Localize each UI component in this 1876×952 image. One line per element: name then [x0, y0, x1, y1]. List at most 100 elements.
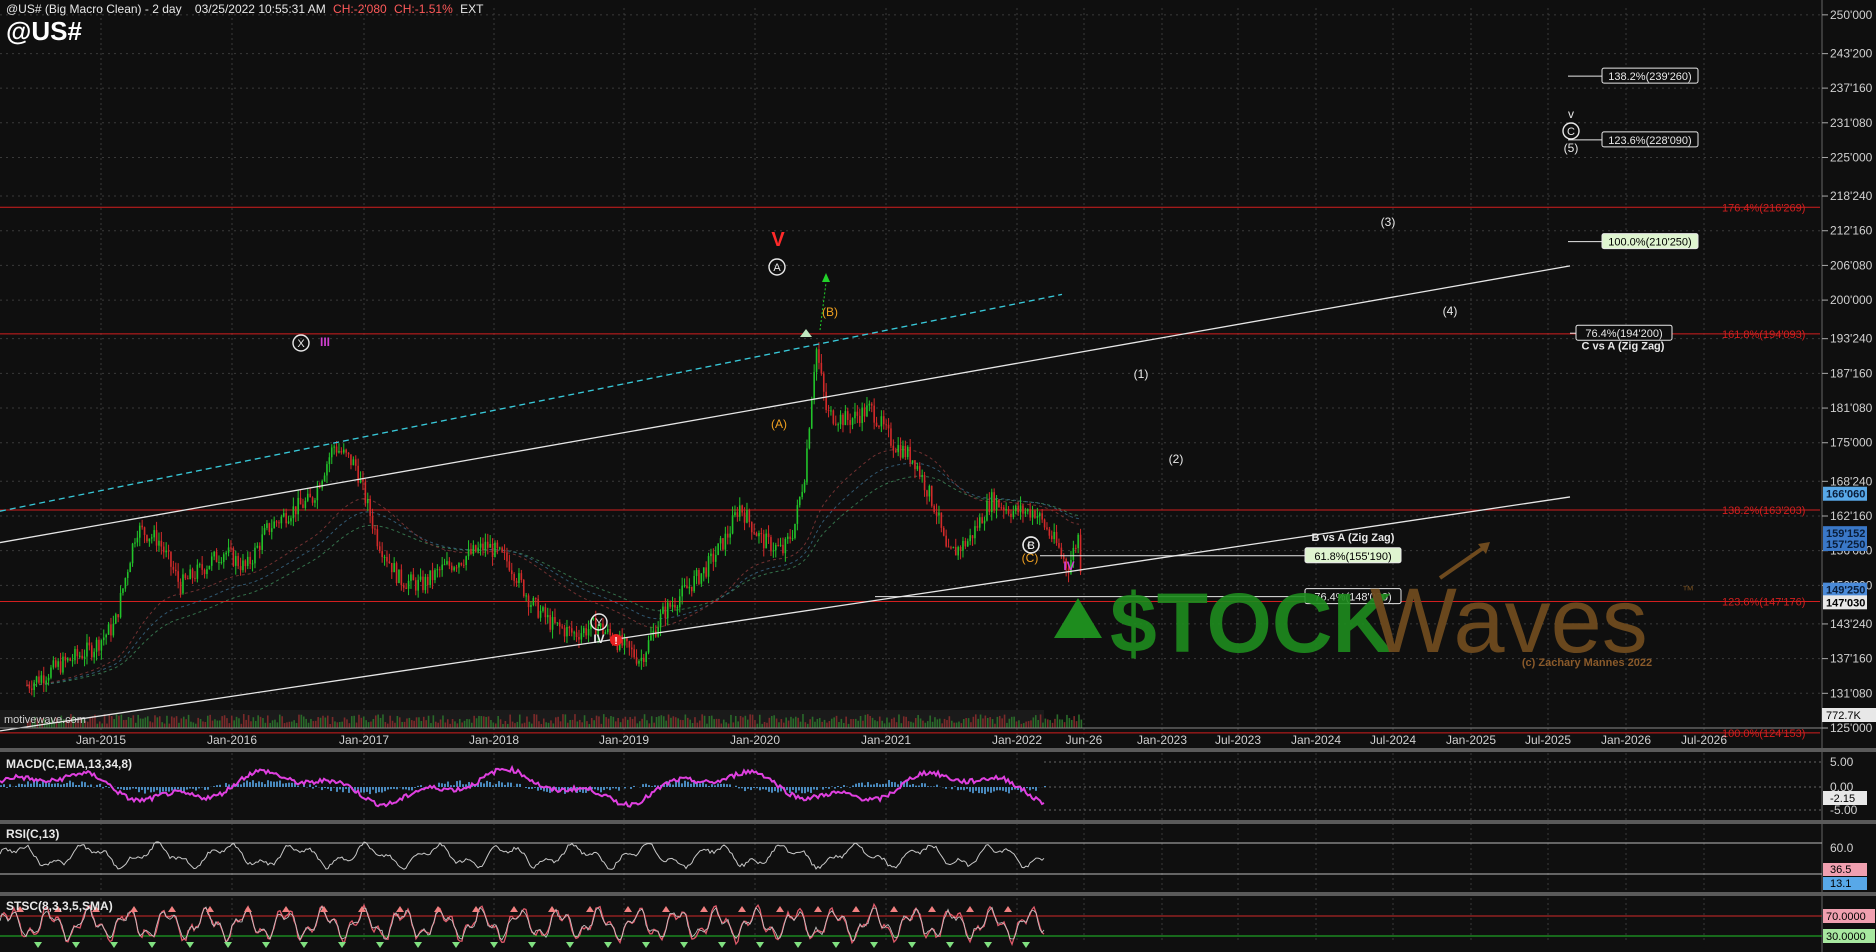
volume-bar — [91, 716, 94, 728]
candle-body — [350, 454, 352, 466]
y-tick-label: 175'000 — [1830, 436, 1873, 450]
volume-bar — [466, 719, 468, 728]
volume-bar — [694, 717, 696, 728]
volume-bar — [626, 719, 629, 728]
candle-body — [767, 533, 770, 538]
volume-bar — [1051, 722, 1054, 728]
macd-bar — [315, 785, 317, 787]
panel-divider — [0, 892, 1876, 896]
volume-bar — [326, 715, 329, 728]
symbol-label: @US# — [6, 16, 82, 46]
candle-body — [580, 633, 583, 640]
candle-body — [1014, 505, 1017, 512]
candle-body — [395, 563, 398, 584]
volume-bar — [540, 723, 543, 728]
candle-body — [292, 506, 295, 519]
volume-bar — [698, 720, 701, 728]
macd-bar — [372, 787, 374, 790]
candle-body — [261, 534, 263, 550]
candle-body — [914, 460, 916, 470]
volume-bar — [151, 722, 154, 728]
macd-bar — [261, 782, 263, 787]
volume-bar — [122, 720, 125, 728]
wave-label: IV — [1063, 559, 1074, 573]
wave-label: (B) — [822, 305, 838, 319]
candle-body — [400, 569, 403, 586]
macd-bar — [198, 787, 200, 789]
candle-body — [983, 520, 986, 524]
volume-bar — [859, 715, 862, 728]
volume-bar — [319, 717, 322, 728]
volume-bar — [250, 721, 252, 728]
volume-bar — [206, 715, 209, 728]
macd-bar — [1005, 787, 1007, 792]
candle-body — [182, 574, 184, 594]
volume-bar — [166, 715, 168, 728]
candle-body — [472, 545, 475, 554]
volume-bar — [137, 714, 139, 728]
volume-bar — [497, 715, 499, 728]
macd-bar — [333, 787, 335, 788]
macd-bar — [441, 783, 443, 787]
macd-bar — [117, 787, 119, 789]
volume-bar — [142, 718, 144, 728]
candle-body — [86, 642, 88, 657]
candle-body — [938, 512, 940, 516]
volume-bar — [413, 720, 415, 728]
volume-bar — [341, 721, 343, 728]
volume-bar — [670, 717, 672, 728]
candle-body — [544, 607, 547, 618]
volume-bar — [276, 722, 279, 728]
volume-bar — [982, 718, 984, 728]
candle-body — [998, 499, 1000, 508]
volume-bar — [197, 717, 199, 728]
macd-bar — [798, 787, 800, 791]
macd-bar — [534, 787, 536, 788]
stoch-tick: 30.0000 — [1826, 931, 1866, 943]
volume-bar — [653, 722, 655, 728]
y-tick-label: 125'000 — [1830, 721, 1873, 735]
candle-body — [138, 525, 141, 538]
candle-body — [347, 452, 350, 455]
volume-bar — [634, 716, 636, 728]
candle-body — [515, 580, 518, 584]
volume-bar — [917, 714, 919, 728]
x-tick-label: Jan-2024 — [1291, 733, 1341, 747]
macd-bar — [609, 787, 611, 791]
candle-body — [230, 547, 232, 549]
candle-body — [1048, 529, 1051, 536]
candle-body — [390, 562, 393, 573]
macd-bar — [750, 787, 752, 791]
candle-body — [849, 420, 851, 425]
candle-body — [798, 496, 801, 506]
candle-body — [659, 613, 662, 628]
candle-body — [844, 411, 847, 426]
volume-bar — [1008, 718, 1011, 728]
candle-body — [50, 667, 52, 678]
macd-bar — [651, 786, 653, 787]
macd-bar — [297, 785, 299, 787]
candle-body — [676, 607, 679, 609]
candle-body — [916, 466, 919, 470]
macd-bar — [915, 785, 917, 787]
macd-bar — [501, 782, 503, 787]
macd-bar — [768, 787, 770, 792]
volume-bar — [871, 717, 874, 728]
macd-bar — [927, 786, 929, 787]
candle-body — [986, 501, 988, 521]
candle-body — [981, 517, 983, 524]
volume-bar — [394, 722, 396, 728]
y-tick-label: 131'080 — [1830, 686, 1873, 700]
x-tick-label: Jan-2016 — [207, 733, 257, 747]
wave-label: (5) — [1564, 141, 1579, 155]
price-chart[interactable]: 176.4%(216'269) 161.8%(194'093) 138.2%(163… — [0, 0, 1876, 952]
candle-body — [827, 410, 830, 412]
macd-bar — [249, 782, 251, 787]
candle-body — [215, 551, 218, 563]
candle-body — [714, 554, 717, 562]
macd-bar — [336, 787, 338, 792]
rsi-tick: 60.0 — [1830, 841, 1854, 855]
volume-bar — [646, 720, 648, 728]
candle-body — [438, 569, 441, 571]
macd-bar — [1035, 787, 1037, 791]
